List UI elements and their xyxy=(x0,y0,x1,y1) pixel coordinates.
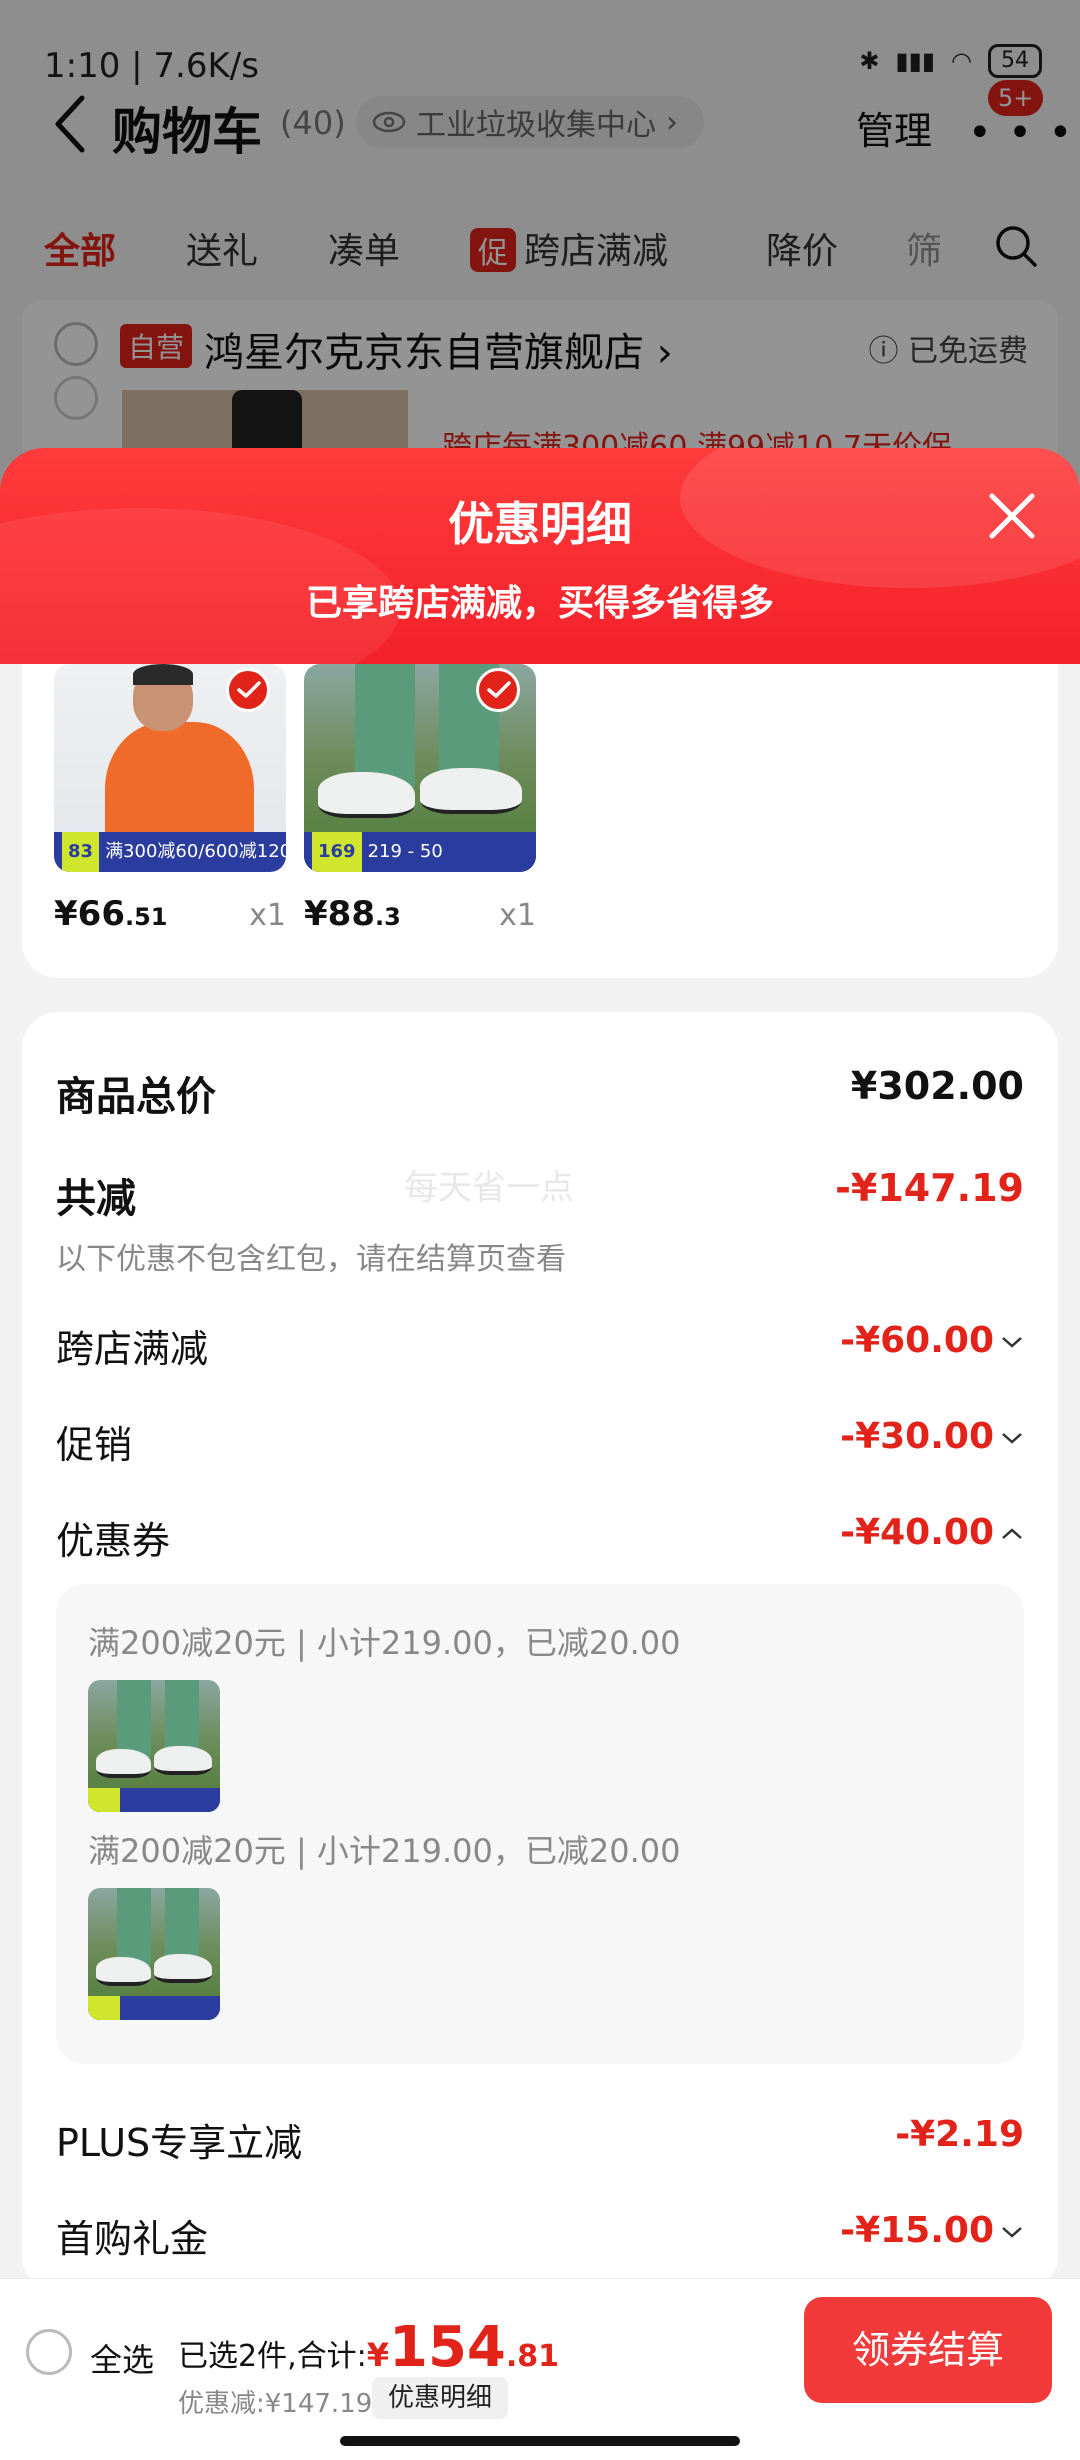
reduce-note: 以下优惠不包含红包，请在结算页查看 xyxy=(56,1242,566,1277)
product-thumbnail[interactable] xyxy=(88,1888,220,2020)
first-purchase-label: 首购礼金 xyxy=(56,2217,209,2261)
summary-prefix: 已选2件,合计: xyxy=(178,2339,367,2374)
discount-sheet-body: 83 满300减60/600减120 ¥66.51 x1 169 219 - 50 … xyxy=(0,664,1080,2460)
product-image: 83 满300减60/600减120 xyxy=(54,664,286,872)
coupon-row[interactable]: -¥40.00 xyxy=(840,1512,1024,1553)
band-text: 满300减60/600减120 xyxy=(105,841,286,862)
price-band: 83 满300减60/600减120 xyxy=(54,832,286,872)
band-price: 83 xyxy=(62,832,100,872)
item-price: ¥88.3 xyxy=(304,894,401,934)
product-thumbnail[interactable] xyxy=(88,1680,220,1812)
chevron-down-icon xyxy=(1002,1337,1022,1348)
item-qty: x1 xyxy=(499,898,536,933)
close-icon[interactable] xyxy=(986,490,1038,542)
checkout-button[interactable]: 领券结算 xyxy=(804,2297,1052,2403)
item-qty: x1 xyxy=(249,898,286,933)
product-image: 169 219 - 50 xyxy=(304,664,536,872)
discount-detail-button[interactable]: 优惠明细 xyxy=(372,2377,509,2419)
chevron-down-icon xyxy=(1002,1433,1022,1444)
promotion-row[interactable]: -¥30.00 xyxy=(840,1416,1024,1457)
total-integer: 154 xyxy=(389,2315,506,2380)
band-price: 169 xyxy=(312,832,362,872)
plus-reduce-label: PLUS专享立减 xyxy=(56,2121,303,2165)
cross-store-label: 跨店满减 xyxy=(56,1327,209,1371)
promotion-value: -¥30.00 xyxy=(840,1416,994,1457)
coupon-line: 满200减20元 | 小计219.00，已减20.00 xyxy=(88,1832,681,1870)
price-band: 169 219 - 50 xyxy=(304,832,536,872)
checked-icon xyxy=(226,668,270,712)
selected-item[interactable]: 83 满300减60/600减120 ¥66.51 x1 xyxy=(54,664,286,934)
promotion-label: 促销 xyxy=(56,1423,133,1467)
item-price: ¥66.51 xyxy=(54,894,168,934)
total-summary: 已选2件,合计:¥154.81 xyxy=(178,2315,559,2380)
sheet-title: 优惠明细 xyxy=(448,497,632,551)
coupon-value: -¥40.00 xyxy=(840,1512,994,1553)
total-reduce-value: -¥147.19 xyxy=(835,1166,1024,1210)
first-purchase-row[interactable]: -¥15.00 xyxy=(840,2210,1024,2251)
band-text: 219 - 50 xyxy=(367,841,443,862)
select-all-label[interactable]: 全选 xyxy=(90,2335,154,2381)
selected-items-card: 83 满300减60/600减120 ¥66.51 x1 169 219 - 50 … xyxy=(22,664,1058,978)
first-purchase-value: -¥15.00 xyxy=(840,2210,994,2251)
discount-detail-card: 每天省一点 商品总价 ¥302.00 共减 -¥147.19 以下优惠不包含红包… xyxy=(22,1012,1058,2292)
cross-store-row[interactable]: -¥60.00 xyxy=(840,1320,1024,1361)
total-currency: ¥ xyxy=(366,2336,389,2374)
checked-icon xyxy=(476,668,520,712)
discount-sheet-header: 优惠明细 已享跨店满减，买得多省得多 xyxy=(0,448,1080,664)
cross-store-value: -¥60.00 xyxy=(840,1320,994,1361)
coupon-detail-box: 满200减20元 | 小计219.00，已减20.00 满200减20元 | 小… xyxy=(56,1584,1024,2064)
chevron-up-icon xyxy=(1002,1528,1022,1539)
plus-reduce-value: -¥2.19 xyxy=(895,2114,1024,2155)
coupon-line: 满200减20元 | 小计219.00，已减20.00 xyxy=(88,1624,681,1662)
total-decimal: .81 xyxy=(505,2339,560,2374)
chevron-down-icon xyxy=(1002,2227,1022,2238)
sheet-subtitle: 已享跨店满减，买得多省得多 xyxy=(305,583,774,624)
selected-item[interactable]: 169 219 - 50 ¥88.3 x1 xyxy=(304,664,536,934)
home-indicator[interactable] xyxy=(340,2436,740,2446)
total-reduce-label: 共减 xyxy=(56,1176,136,1222)
discount-note: 优惠减:¥147.19 xyxy=(178,2389,373,2419)
total-price-value: ¥302.00 xyxy=(850,1064,1024,1108)
total-price-label: 商品总价 xyxy=(56,1074,216,1120)
select-all-checkbox[interactable] xyxy=(26,2329,72,2375)
coupon-label: 优惠券 xyxy=(56,1519,171,1563)
watermark-text: 每天省一点 xyxy=(404,1168,574,1208)
checkout-bar: 全选 已选2件,合计:¥154.81 优惠减:¥147.19 优惠明细 领券结算 xyxy=(0,2278,1080,2460)
